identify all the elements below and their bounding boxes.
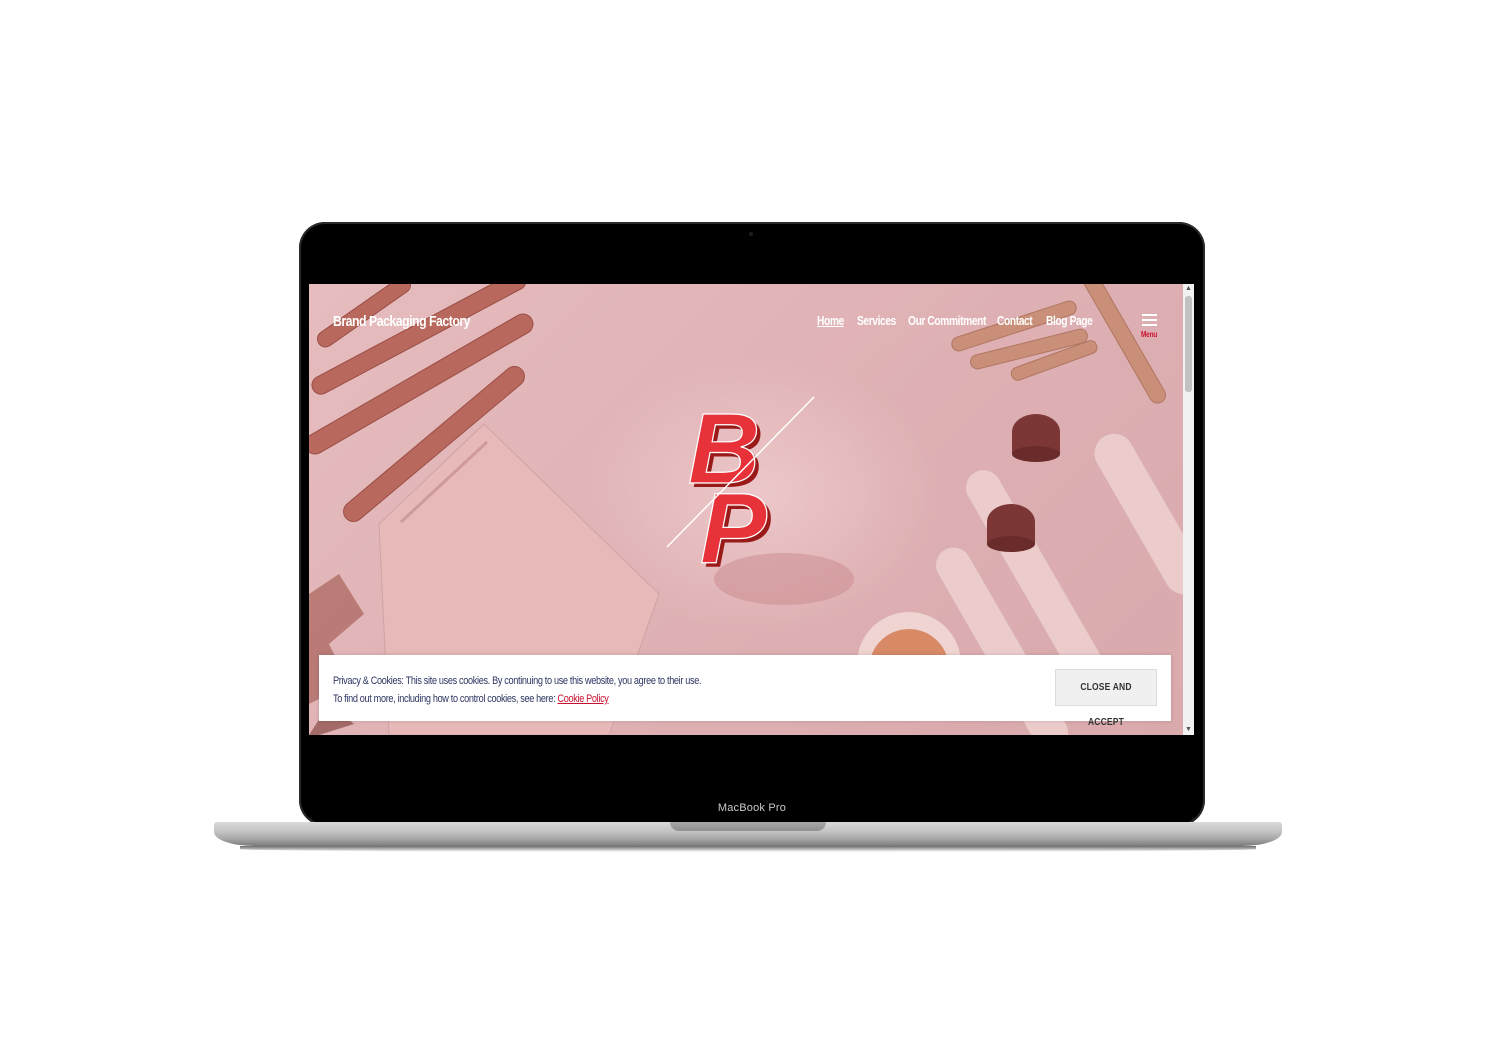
scroll-up-arrow-icon[interactable]: ▲ <box>1183 284 1194 294</box>
close-and-accept-button[interactable]: CLOSE AND ACCEPT <box>1055 669 1157 728</box>
laptop-model-label: MacBook Pro <box>717 802 787 814</box>
nav-item-contact[interactable]: Contact <box>997 314 1037 328</box>
close-and-accept-label: CLOSE AND ACCEPT <box>1080 682 1132 728</box>
scroll-thumb[interactable] <box>1185 296 1192 392</box>
scroll-down-arrow-icon[interactable]: ▼ <box>1183 725 1194 735</box>
nav-item-services[interactable]: Services <box>857 314 899 328</box>
cookie-policy-link[interactable]: Cookie Policy <box>558 693 609 705</box>
menu-button[interactable]: Menu <box>1139 314 1159 344</box>
cookie-notice-line-1: Privacy & Cookies: This site uses cookie… <box>333 675 702 687</box>
cookie-banner: Privacy & Cookies: This site uses cookie… <box>319 655 1171 728</box>
browser-viewport: B B P P Brand Packaging Factory Home Ser… <box>309 284 1194 735</box>
nav-item-home[interactable]: Home <box>817 314 850 328</box>
nav-item-blog-page[interactable]: Blog Page <box>1046 314 1095 328</box>
nav-item-our-commitment[interactable]: Our Commitment <box>908 314 986 328</box>
menu-label: Menu <box>1141 329 1158 339</box>
page-scrollbar[interactable]: ▲ ▼ <box>1183 284 1194 735</box>
camera-icon <box>749 232 753 236</box>
laptop-base-shadow <box>240 846 1256 852</box>
cookie-notice-line-2: To find out more, including how to contr… <box>333 690 701 708</box>
cookie-notice-line-2-text: To find out more, including how to contr… <box>333 693 556 705</box>
hamburger-icon <box>1141 314 1157 326</box>
svg-text:P: P <box>700 473 767 585</box>
site-title[interactable]: Brand Packaging Factory <box>333 313 471 330</box>
brand-logo: B B P P <box>666 392 854 605</box>
laptop-base-notch <box>670 822 826 831</box>
main-nav: Home Services Our Commitment Contact Blo… <box>817 314 1106 328</box>
cookie-notice-text: Privacy & Cookies: This site uses cookie… <box>333 672 702 708</box>
